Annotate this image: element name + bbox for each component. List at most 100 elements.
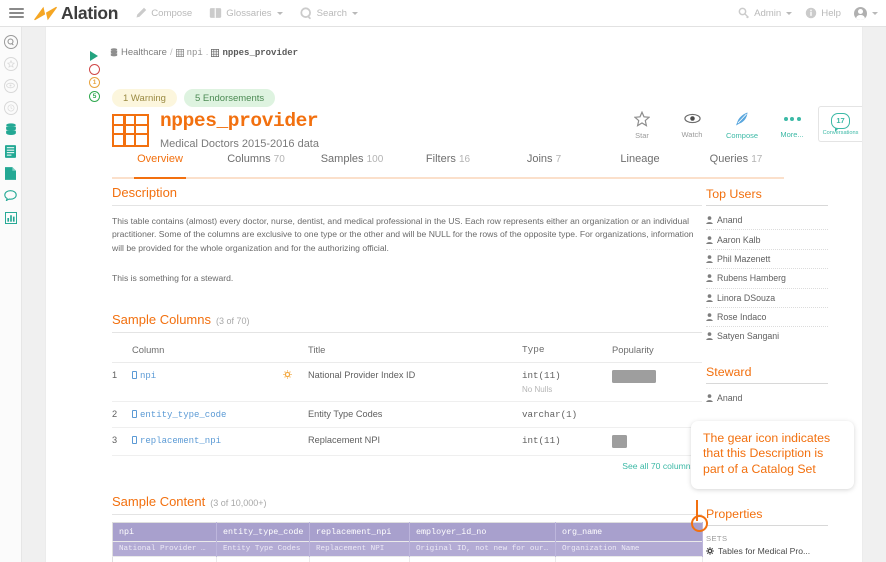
tab-samples[interactable]: Samples 100 [304, 153, 400, 177]
user-icon [706, 394, 713, 402]
nav-compose[interactable]: Compose [135, 7, 192, 19]
star-icon [634, 111, 650, 127]
more-button[interactable]: More... [776, 111, 808, 140]
rail-conversation-icon[interactable] [3, 188, 18, 203]
list-item[interactable]: Rose Indaco [706, 308, 828, 328]
nav-compose-label: Compose [151, 7, 193, 19]
menu-hamburger-icon[interactable] [9, 8, 24, 18]
gear-icon[interactable] [283, 370, 292, 381]
user-name: Anand [717, 215, 743, 226]
tab-queries[interactable]: Queries 17 [688, 153, 784, 177]
user-icon [706, 255, 713, 263]
list-item[interactable]: Phil Mazenett [706, 250, 828, 270]
status-badge [89, 63, 100, 75]
data-col-header: entity_type_code [216, 522, 310, 542]
properties-sets-label: SETS [706, 533, 728, 543]
sample-columns-count: (3 of 70) [216, 316, 250, 327]
breadcrumb-schema[interactable]: npi [187, 48, 203, 58]
rail-article-icon[interactable] [3, 144, 18, 159]
description-heading: Description [112, 185, 178, 200]
tab-joins[interactable]: Joins 7 [496, 153, 592, 177]
breadcrumb-table[interactable]: nppes_provider [222, 48, 298, 58]
row-popularity-cell [612, 362, 702, 403]
column-link[interactable]: entity_type_code [132, 410, 226, 420]
list-item[interactable]: Aaron Kalb [706, 230, 828, 250]
user-name: Aaron Kalb [717, 234, 761, 245]
data-col-subheader: Organization Name [555, 541, 703, 557]
tab-columns[interactable]: Columns 70 [208, 153, 304, 177]
list-item[interactable]: Anand [706, 389, 828, 407]
watch-button[interactable]: Watch [676, 111, 708, 140]
nav-help[interactable]: Help [805, 7, 841, 19]
conversations-panel-toggle[interactable]: 17 Conversations [818, 106, 862, 142]
rail-analytics-icon[interactable] [3, 210, 18, 225]
column-link[interactable]: npi [132, 371, 156, 381]
tab-filters-label: Filters [425, 153, 456, 165]
list-item[interactable]: Rubens Hamberg [706, 269, 828, 289]
tab-filters-count: 16 [458, 154, 471, 165]
chart-icon [4, 211, 17, 224]
properties-heading: Properties [706, 507, 828, 526]
speech-bubble-icon: 17 [831, 112, 850, 132]
data-col-subheader: Original ID, not new for our com... [409, 541, 556, 557]
chevron-down-icon [352, 11, 358, 15]
user-name: Phil Mazenett [717, 253, 771, 264]
endorsements-pill[interactable]: 5 Endorsements [183, 89, 276, 107]
data-header-row: npi entity_type_code replacement_npi emp… [112, 522, 703, 542]
nav-search[interactable]: Search [299, 6, 358, 20]
star-button[interactable]: Star [626, 111, 658, 140]
page-actions: Star Watch Compose More... [626, 111, 808, 140]
list-item[interactable]: Linora DSouza [706, 289, 828, 308]
info-icon [806, 7, 817, 19]
play-triangle-icon[interactable] [90, 51, 98, 61]
compose-button[interactable]: Compose [726, 111, 758, 140]
tab-overview[interactable]: Overview [112, 153, 208, 179]
rail-search-icon[interactable] [3, 34, 18, 49]
rail-document-icon[interactable] [3, 166, 18, 181]
status-badge: 1 [89, 77, 100, 88]
eye-icon [683, 113, 701, 124]
search-icon [299, 6, 311, 19]
status-gutter: 1 5 [86, 51, 112, 102]
tab-joins-count: 7 [555, 154, 562, 165]
column-link[interactable]: replacement_npi [132, 436, 221, 446]
nav-glossaries[interactable]: Glossaries [209, 7, 283, 19]
properties-sets-value-row[interactable]: Tables for Medical Pro... [706, 546, 828, 556]
tab-filters[interactable]: Filters 16 [400, 153, 496, 177]
page-subtitle: Medical Doctors 2015-2016 data [160, 137, 319, 150]
row-index: 2 [112, 401, 132, 429]
tab-columns-label: Columns [227, 153, 271, 165]
status-pills: 1 Warning 5 Endorsements [112, 89, 276, 107]
row-title-cell: National Provider Index ID [308, 362, 522, 403]
warning-pill[interactable]: 1 Warning [112, 89, 177, 107]
see-all-columns-link[interactable]: See all 70 columns... [112, 461, 702, 471]
page-tabs: Overview Columns 70 Samples 100 Filters … [112, 153, 784, 179]
rail-star-icon[interactable] [3, 56, 18, 71]
table-row: 2 entity_type_code Entity Type Codes var… [112, 401, 702, 429]
description-section-header: Description [112, 185, 702, 206]
row-title-cell: Replacement NPI [308, 427, 522, 457]
rail-database-icon[interactable] [3, 122, 18, 137]
tab-lineage[interactable]: Lineage [592, 153, 688, 177]
list-item[interactable]: Anand [706, 211, 828, 231]
user-name: Linora DSouza [717, 292, 776, 303]
eye-icon [6, 82, 15, 89]
user-name: Rose Indaco [717, 312, 767, 323]
nav-admin[interactable]: Admin [738, 7, 793, 19]
brand-name: Alation [61, 2, 119, 23]
col-header-index [112, 339, 132, 364]
list-item[interactable]: Satyen Sangani [706, 327, 828, 345]
row-index: 1 [112, 362, 132, 403]
brand-logo[interactable]: Alation [33, 2, 119, 24]
rail-recent-icon[interactable] [3, 100, 18, 115]
steward-heading: Steward [706, 365, 828, 384]
data-col-header: replacement_npi [309, 522, 410, 542]
rail-watch-icon[interactable] [3, 78, 18, 93]
properties-sets-value: Tables for Medical Pro... [718, 545, 811, 556]
nav-user-menu[interactable] [854, 6, 878, 20]
breadcrumb-source[interactable]: Healthcare [121, 47, 167, 58]
user-name: Anand [717, 392, 743, 403]
description-paragraph: This table contains (almost) every docto… [112, 216, 694, 253]
sample-content-table: npi entity_type_code replacement_npi emp… [112, 522, 703, 562]
book-icon [210, 8, 222, 18]
